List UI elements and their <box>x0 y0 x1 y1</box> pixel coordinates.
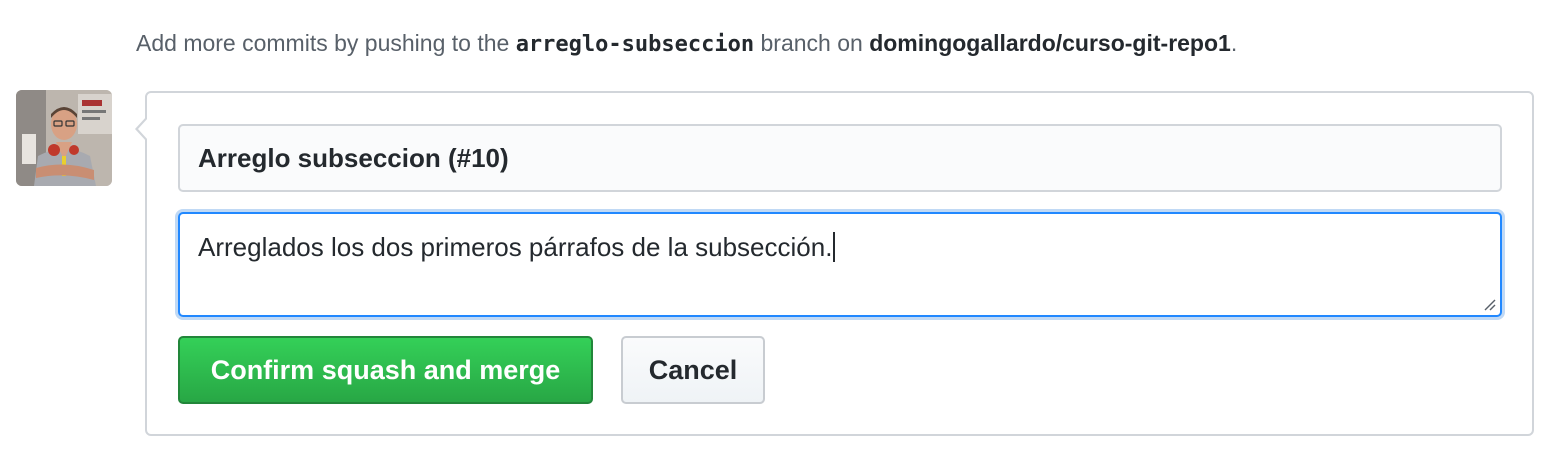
cancel-button[interactable]: Cancel <box>621 336 765 404</box>
push-info-suffix: . <box>1230 30 1238 56</box>
text-caret <box>833 232 836 262</box>
panel-pointer-inner <box>138 118 148 140</box>
commit-message-textarea[interactable]: Arreglados los dos primeros párrafos de … <box>178 212 1502 317</box>
confirm-squash-merge-button[interactable]: Confirm squash and merge <box>178 336 593 404</box>
commit-title-input[interactable]: Arreglo subseccion (#10) <box>178 124 1502 192</box>
resize-handle-icon[interactable] <box>1482 297 1496 311</box>
push-info-prefix: Add more commits by pushing to the <box>136 30 516 56</box>
user-avatar-icon <box>16 90 112 186</box>
commit-message-text: Arreglados los dos primeros párrafos de … <box>198 232 833 262</box>
user-avatar[interactable] <box>16 90 112 186</box>
repo-name: domingogallardo/curso-git-repo1 <box>869 30 1231 56</box>
merge-page: Add more commits by pushing to the arreg… <box>0 0 1556 458</box>
push-info-middle: branch on <box>754 30 870 56</box>
push-info-text: Add more commits by pushing to the arreg… <box>136 26 1237 62</box>
branch-name: arreglo-subseccion <box>515 32 755 57</box>
